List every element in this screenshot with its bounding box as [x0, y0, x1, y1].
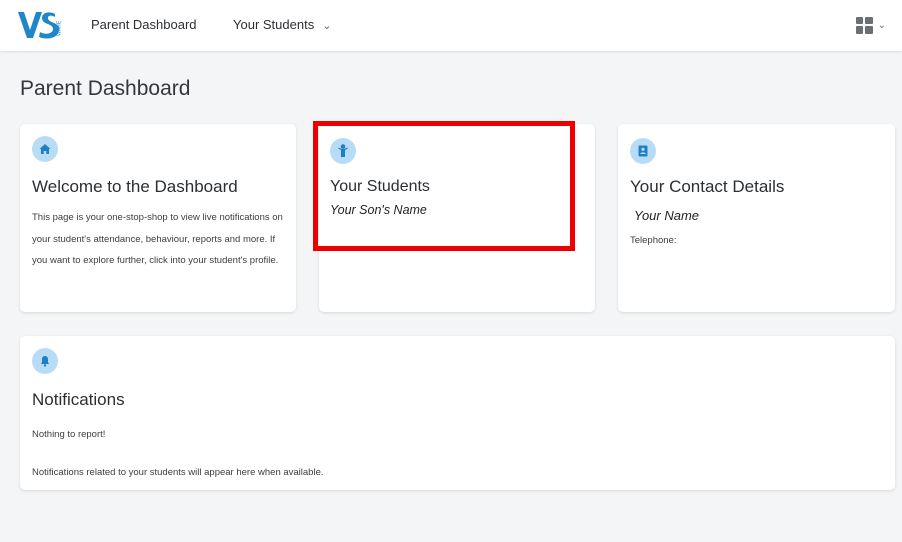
welcome-card: Welcome to the Dashboard This page is yo…: [20, 124, 296, 312]
welcome-card-title: Welcome to the Dashboard: [32, 177, 238, 196]
your-students-card: Your Students Your Son's Name: [319, 124, 595, 312]
nav-parent-dashboard[interactable]: Parent Dashboard: [91, 17, 197, 32]
contact-name: Your Name: [634, 208, 700, 223]
notifications-card-title: Notifications: [32, 390, 125, 409]
contact-card-icon: [630, 138, 656, 164]
welcome-card-description: This page is your one-stop-shop to view …: [32, 212, 283, 266]
student-name-link[interactable]: Your Son's Name: [330, 203, 427, 217]
notifications-info-message: Notifications related to your students w…: [32, 467, 324, 478]
vsware-logo[interactable]: WARE: [18, 10, 66, 40]
apps-menu-button[interactable]: ⌄: [855, 14, 886, 36]
telephone-label: Telephone:: [630, 235, 677, 246]
chevron-down-icon: ⌄: [322, 20, 332, 32]
notifications-empty-message: Nothing to report!: [32, 429, 106, 440]
nav-your-students-label: Your Students: [233, 17, 315, 32]
apps-grid-icon: [855, 16, 873, 34]
nav-parent-dashboard-label: Parent Dashboard: [91, 17, 197, 32]
notifications-card: Notifications Nothing to report! Notific…: [20, 336, 895, 490]
home-icon: [32, 136, 58, 162]
student-icon: [330, 138, 356, 164]
your-students-card-title: Your Students: [330, 178, 430, 195]
top-navigation-bar: WARE Parent Dashboard Your Students ⌄ ⌄: [0, 0, 902, 51]
contact-details-card-title: Your Contact Details: [630, 177, 785, 196]
nav-your-students-dropdown[interactable]: Your Students ⌄: [233, 17, 331, 32]
page-title: Parent Dashboard: [20, 77, 191, 100]
contact-details-card: Your Contact Details Your Name Telephone…: [618, 124, 895, 312]
chevron-down-icon: ⌄: [877, 19, 886, 31]
logo-text: WARE: [57, 20, 63, 36]
bell-icon: [32, 348, 58, 374]
